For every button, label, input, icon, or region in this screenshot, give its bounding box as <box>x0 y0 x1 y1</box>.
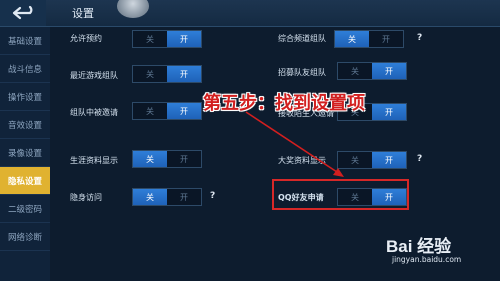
toggle-off[interactable]: 关 <box>133 189 167 205</box>
back-button[interactable] <box>0 0 46 26</box>
toggle-off[interactable]: 关 <box>338 63 372 79</box>
sidebar-item-sound[interactable]: 音效设置 <box>0 111 50 139</box>
help-icon[interactable]: ? <box>417 154 422 164</box>
toggle-off[interactable]: 关 <box>133 31 167 47</box>
toggle-on[interactable]: 开 <box>167 189 201 205</box>
sidebar-item-privacy[interactable]: 隐私设置 <box>0 167 50 195</box>
setting-label: 隐身访问 <box>70 193 102 202</box>
annotation-text: 第五步：找到设置项 <box>203 93 365 114</box>
sidebar-item-network[interactable]: 网络诊断 <box>0 223 50 251</box>
back-arrow-icon <box>12 5 33 20</box>
toggle-off[interactable]: 关 <box>338 152 372 168</box>
toggle-on[interactable]: 开 <box>167 151 201 167</box>
top-bar: 设置 <box>0 0 500 27</box>
toggle-on[interactable]: 开 <box>369 31 403 47</box>
toggle-recent-team[interactable]: 关 开 <box>132 65 202 83</box>
watermark-brand: Bai 经验 <box>386 237 452 256</box>
setting-label: 允许预约 <box>70 34 102 43</box>
toggle-allow-booking[interactable]: 关 开 <box>132 30 202 48</box>
setting-label: 组队中被邀请 <box>70 108 118 117</box>
toggle-on[interactable]: 开 <box>167 66 201 82</box>
sidebar-item-controls[interactable]: 操作设置 <box>0 83 50 111</box>
toggle-off[interactable]: 关 <box>133 103 167 119</box>
help-icon[interactable]: ? <box>417 33 422 43</box>
sidebar-item-battle[interactable]: 战斗信息 <box>0 55 50 83</box>
sidebar-item-replay[interactable]: 录像设置 <box>0 139 50 167</box>
toggle-on[interactable]: 开 <box>372 63 406 79</box>
toggle-recruit-team[interactable]: 关 开 <box>337 62 407 80</box>
help-icon[interactable]: ? <box>210 191 215 201</box>
highlight-box <box>272 179 409 210</box>
watermark: Bai 经验 jingyan.baidu.com <box>386 232 496 264</box>
setting-label: 最近游戏组队 <box>70 71 118 80</box>
toggle-off[interactable]: 关 <box>133 151 167 167</box>
setting-label: 生涯资料显示 <box>70 156 118 165</box>
toggle-career-display[interactable]: 关 开 <box>132 150 202 168</box>
setting-label: 大奖资料显示 <box>278 156 326 165</box>
toggle-off[interactable]: 关 <box>133 66 167 82</box>
setting-label: 招募队友组队 <box>278 68 326 77</box>
toggle-on[interactable]: 开 <box>372 104 406 120</box>
toggle-stealth-visit[interactable]: 关 开 <box>132 188 202 206</box>
watermark-url: jingyan.baidu.com <box>392 255 462 264</box>
setting-label: 综合频道组队 <box>278 34 326 43</box>
page-title: 设置 <box>72 7 94 20</box>
toggle-team-invite[interactable]: 关 开 <box>132 102 202 120</box>
toggle-channel-team[interactable]: 关 开 <box>334 30 404 48</box>
toggle-award-display[interactable]: 关 开 <box>337 151 407 169</box>
sidebar-item-password[interactable]: 二级密码 <box>0 195 50 223</box>
toggle-off[interactable]: 关 <box>335 31 369 47</box>
toggle-on[interactable]: 开 <box>372 152 406 168</box>
toggle-on[interactable]: 开 <box>167 31 201 47</box>
sidebar: 基础设置 战斗信息 操作设置 音效设置 录像设置 隐私设置 二级密码 网络诊断 <box>0 27 50 281</box>
toggle-on[interactable]: 开 <box>167 103 201 119</box>
avatar <box>117 0 149 18</box>
sidebar-item-basic[interactable]: 基础设置 <box>0 27 50 55</box>
